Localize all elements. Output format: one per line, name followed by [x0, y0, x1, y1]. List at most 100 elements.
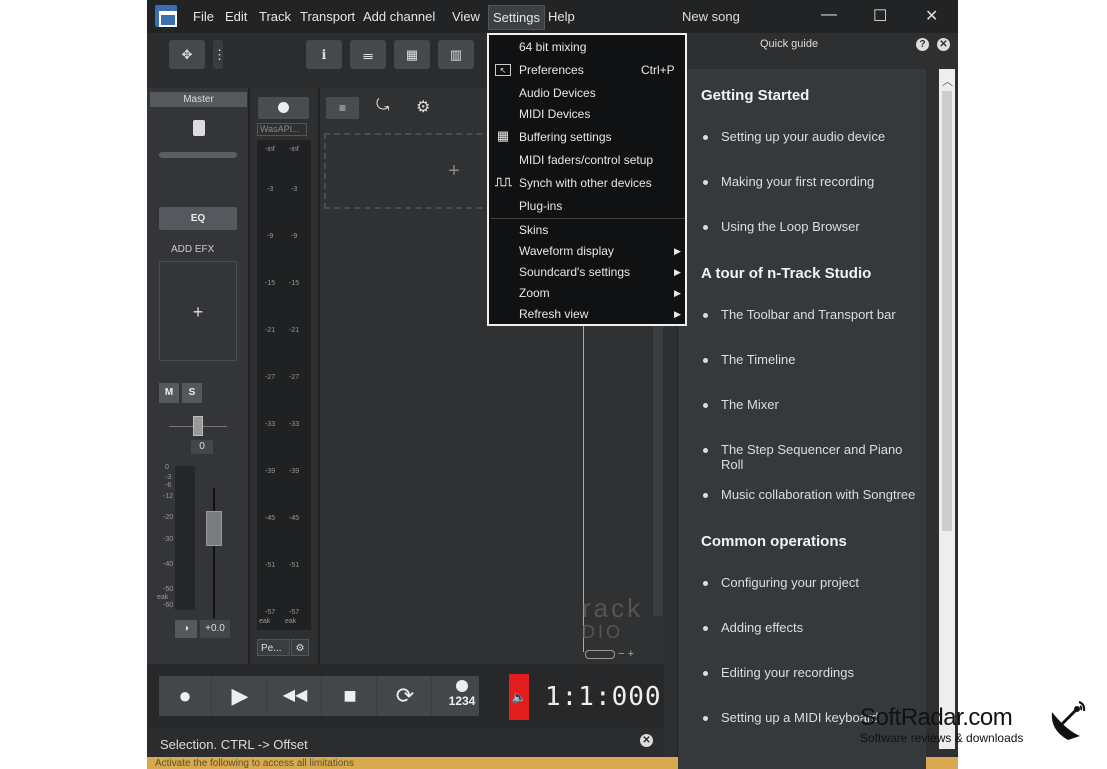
guide-link[interactable]: Editing your recordings: [721, 665, 854, 680]
help-icon[interactable]: ?: [916, 38, 929, 51]
speaker-mute-icon[interactable]: 🔈: [509, 674, 529, 720]
bullet: [703, 493, 708, 498]
menu-item-midi-devices[interactable]: MIDI Devices: [519, 107, 590, 121]
guide-link[interactable]: The Mixer: [721, 397, 779, 412]
menu-item-64bit-mixing[interactable]: 64 bit mixing: [519, 40, 586, 54]
menu-file[interactable]: File: [193, 9, 214, 24]
menu-edit[interactable]: Edit: [225, 9, 247, 24]
zoom-scrollbar[interactable]: [585, 649, 615, 659]
settings-gear-icon[interactable]: ⚙: [416, 97, 430, 117]
menu-transport[interactable]: Transport: [300, 9, 355, 24]
time-counter[interactable]: 1:1:000: [545, 682, 662, 712]
rewind-button[interactable]: ◀◀: [269, 676, 322, 716]
loop-button[interactable]: ⟳: [379, 676, 432, 716]
menu-item-soundcard-settings[interactable]: Soundcard's settings: [519, 265, 630, 279]
metronome-button[interactable]: 1234: [442, 680, 482, 720]
mute-button[interactable]: M: [159, 383, 179, 403]
guide-scrollbar[interactable]: ︿: [939, 69, 955, 749]
record-button[interactable]: ●: [159, 676, 212, 716]
meter-tick: -57: [265, 609, 276, 616]
zoom-in-button[interactable]: +: [628, 648, 634, 660]
guide-link[interactable]: Adding effects: [721, 620, 803, 635]
meter-tick: -45: [265, 515, 276, 522]
track-list-menu-button[interactable]: ≡: [326, 97, 359, 119]
pan-value: 0: [191, 440, 213, 454]
record-arm-button[interactable]: [258, 97, 309, 119]
menu-item-midi-faders[interactable]: MIDI faders/control setup: [519, 153, 653, 167]
guide-link[interactable]: The Step Sequencer and Piano Roll: [721, 442, 926, 472]
preset-selector[interactable]: Pe...: [257, 639, 290, 656]
scroll-up-icon[interactable]: ︿: [942, 73, 953, 89]
stop-button[interactable]: ■: [324, 676, 377, 716]
meter-tick: eak: [157, 594, 169, 601]
transport-bar: ● ▶ ◀◀ ■ ⟳ 1234 🔈 1:1:000: [147, 664, 664, 728]
menu-item-refresh-view[interactable]: Refresh view: [519, 307, 588, 321]
pan-knob[interactable]: [193, 416, 203, 436]
menu-item-preferences[interactable]: Preferences: [519, 63, 584, 77]
more-options-button[interactable]: ⋮: [213, 40, 226, 69]
solo-button[interactable]: S: [182, 383, 202, 403]
preferences-icon: ↖: [495, 64, 511, 76]
app-logo-icon[interactable]: [155, 5, 177, 27]
pan-slider[interactable]: [159, 152, 237, 158]
grid-button[interactable]: ▦: [394, 40, 430, 69]
menu-settings[interactable]: Settings: [488, 5, 545, 30]
info-button[interactable]: ℹ: [306, 40, 342, 69]
logo-line: DIO: [582, 622, 624, 642]
menu-item-skins[interactable]: Skins: [519, 223, 548, 237]
info-icon: ℹ: [321, 47, 327, 62]
add-effect-slot[interactable]: +: [159, 261, 237, 361]
guide-link[interactable]: Setting up your audio device: [721, 129, 885, 144]
guide-link[interactable]: Music collaboration with Songtree: [721, 487, 915, 502]
piano-roll-button[interactable]: ▥: [438, 40, 474, 69]
menu-help[interactable]: Help: [548, 9, 575, 24]
piano-icon: ▥: [449, 47, 463, 62]
bullet: [703, 626, 708, 631]
guide-link[interactable]: Configuring your project: [721, 575, 859, 590]
guide-link[interactable]: Making your first recording: [721, 174, 874, 189]
meter-bottom-label: eak: [259, 618, 271, 625]
move-tool-button[interactable]: ✥: [169, 40, 205, 69]
volume-fader-knob[interactable]: [206, 511, 222, 546]
mixer-button[interactable]: 𝍢: [350, 40, 386, 69]
play-button[interactable]: ▶: [214, 676, 267, 716]
bullet: [703, 716, 708, 721]
maximize-button[interactable]: ☐: [873, 6, 887, 26]
guide-link[interactable]: Setting up a MIDI keyboard: [721, 710, 879, 725]
menu-item-zoom[interactable]: Zoom: [519, 286, 550, 300]
quick-guide-content: Getting Started Setting up your audio de…: [678, 69, 926, 769]
speaker-icon[interactable]: [193, 120, 205, 136]
zoom-controls: − +: [585, 648, 655, 662]
guide-link[interactable]: The Timeline: [721, 352, 795, 367]
volume-fader-track: [213, 488, 215, 618]
guide-link[interactable]: The Toolbar and Transport bar: [721, 307, 896, 322]
menu-item-waveform-display[interactable]: Waveform display: [519, 244, 614, 258]
stereo-toggle-icon[interactable]: ◑: [175, 620, 197, 638]
vertical-scrollbar[interactable]: [653, 316, 663, 616]
logo-line: rack: [582, 593, 644, 623]
gear-icon[interactable]: ⚙: [291, 639, 309, 656]
scrollbar-thumb[interactable]: [942, 91, 952, 531]
meter-tick: -40: [163, 561, 174, 568]
guide-section-heading: Getting Started: [701, 87, 810, 104]
menu-item-buffering-settings[interactable]: Buffering settings: [519, 130, 612, 144]
status-close-icon[interactable]: ✕: [640, 734, 653, 747]
automation-icon[interactable]: ⤿: [376, 97, 389, 115]
meter-tick: -50: [163, 586, 174, 593]
eq-button[interactable]: EQ: [159, 207, 237, 230]
menu-add-channel[interactable]: Add channel: [363, 9, 435, 24]
close-button[interactable]: ✕: [925, 6, 938, 26]
menu-item-plugins[interactable]: Plug-ins: [519, 199, 562, 213]
guide-close-icon[interactable]: ✕: [937, 38, 950, 51]
menu-view[interactable]: View: [452, 9, 480, 24]
meter-tick: -30: [163, 536, 174, 543]
bullet: [703, 135, 708, 140]
menu-track[interactable]: Track: [259, 9, 291, 24]
guide-link[interactable]: Using the Loop Browser: [721, 219, 860, 234]
zoom-out-button[interactable]: −: [618, 648, 624, 660]
minimize-button[interactable]: —: [821, 6, 837, 24]
menu-item-synch[interactable]: Synch with other devices: [519, 176, 652, 190]
menu-item-audio-devices[interactable]: Audio Devices: [519, 86, 596, 100]
softradar-watermark: SoftRadar.com Software reviews & downloa…: [860, 700, 1100, 750]
meter-tick: -21: [265, 327, 276, 334]
